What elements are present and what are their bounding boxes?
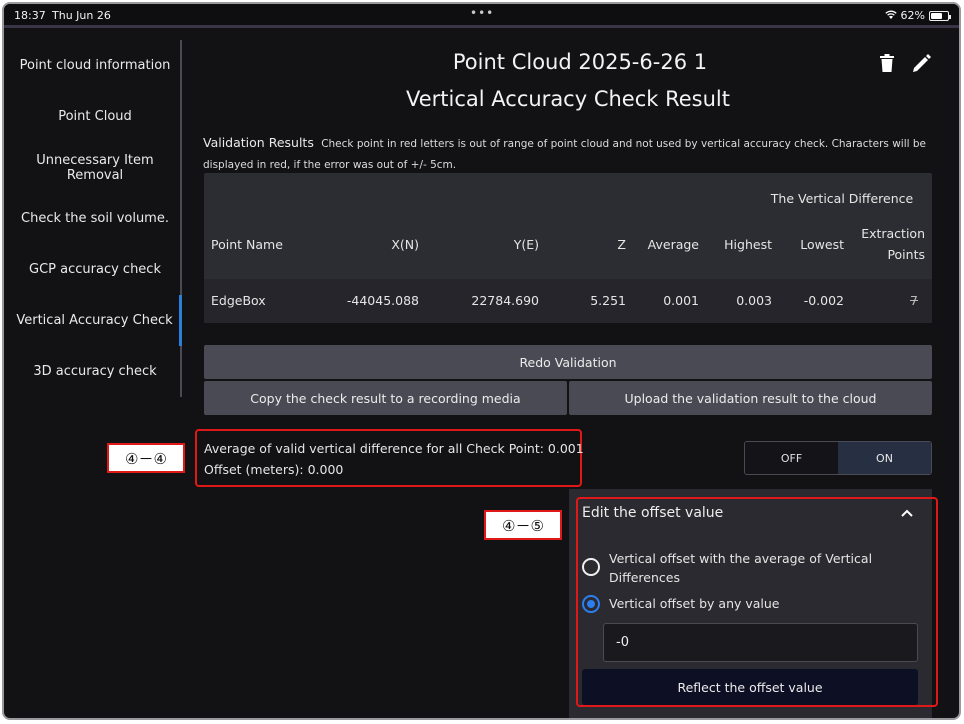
- app-window: 18:37 Thu Jun 26 ••• 62% Point cloud inf…: [2, 2, 961, 720]
- col-highest: Highest: [724, 237, 772, 252]
- sidebar-item-3d-accuracy-check[interactable]: 3D accuracy check: [10, 346, 182, 397]
- upload-result-button[interactable]: Upload the validation result to the clou…: [569, 381, 932, 415]
- annotation-label-4-5: ④－⑤: [484, 510, 562, 540]
- results-table: The Vertical Difference Point Name X(N) …: [204, 173, 932, 323]
- cell-lowest: -0.002: [803, 293, 844, 308]
- status-bar: 18:37 Thu Jun 26 ••• 62%: [4, 4, 959, 28]
- cell-extraction: 7: [910, 293, 918, 308]
- cell-highest: 0.003: [736, 293, 772, 308]
- col-point-name: Point Name: [211, 237, 283, 252]
- col-extraction-line1: Extraction: [861, 226, 925, 241]
- trash-icon[interactable]: [880, 54, 894, 72]
- page-title: Point Cloud 2025-6-26 1: [452, 50, 708, 74]
- wifi-icon: [884, 9, 897, 22]
- cell-x: -44045.088: [346, 293, 419, 308]
- validation-results: Validation Results Check point in red le…: [203, 132, 931, 176]
- sidebar-item-point-cloud[interactable]: Point Cloud: [10, 91, 182, 142]
- vertical-difference-header: The Vertical Difference: [770, 191, 914, 206]
- status-date: Thu Jun 26: [52, 9, 111, 22]
- summary-text: Average of valid vertical difference for…: [204, 438, 584, 480]
- offset-meters: Offset (meters): 0.000: [204, 462, 344, 477]
- battery-icon: [929, 10, 951, 21]
- cell-average: 0.001: [663, 293, 699, 308]
- col-extraction-line2: Points: [887, 247, 925, 262]
- status-time: 18:37: [14, 9, 46, 22]
- col-lowest: Lowest: [800, 237, 844, 252]
- cell-y: 22784.690: [471, 293, 539, 308]
- col-average: Average: [647, 237, 699, 252]
- sidebar-item-gcp-accuracy-check[interactable]: GCP accuracy check: [10, 244, 182, 295]
- multitasking-dots-icon[interactable]: •••: [470, 6, 494, 20]
- redo-validation-button[interactable]: Redo Validation: [204, 345, 932, 379]
- average-vertical-difference: Average of valid vertical difference for…: [204, 441, 584, 456]
- pencil-icon[interactable]: [912, 54, 932, 72]
- toggle-off[interactable]: OFF: [745, 442, 838, 474]
- battery-percent: 62%: [900, 9, 925, 22]
- sidebar: Point cloud information Point Cloud Unne…: [10, 40, 182, 397]
- copy-result-button[interactable]: Copy the check result to a recording med…: [204, 381, 567, 415]
- validation-title: Validation Results: [203, 135, 314, 150]
- status-right: 62%: [884, 9, 951, 22]
- col-z: Z: [617, 237, 626, 252]
- sidebar-item-point-cloud-information[interactable]: Point cloud information: [10, 40, 182, 91]
- sidebar-item-check-soil-volume[interactable]: Check the soil volume.: [10, 193, 182, 244]
- cell-point-name: EdgeBox: [211, 293, 266, 308]
- table-row[interactable]: EdgeBox -44045.088 22784.690 5.251 0.001…: [204, 279, 932, 323]
- sidebar-item-vertical-accuracy-check[interactable]: Vertical Accuracy Check: [10, 295, 182, 346]
- annotation-label-4-4: ④－④: [107, 443, 185, 473]
- page-subtitle: Vertical Accuracy Check Result: [406, 87, 730, 111]
- col-x: X(N): [391, 237, 419, 252]
- col-y: Y(E): [513, 237, 539, 252]
- toggle-on[interactable]: ON: [838, 442, 931, 474]
- annotation-box-offset-panel: [576, 497, 938, 707]
- offset-toggle[interactable]: OFF ON: [744, 441, 932, 475]
- cell-z: 5.251: [590, 293, 626, 308]
- sidebar-item-unnecessary-item-removal[interactable]: Unnecessary Item Removal: [10, 142, 182, 193]
